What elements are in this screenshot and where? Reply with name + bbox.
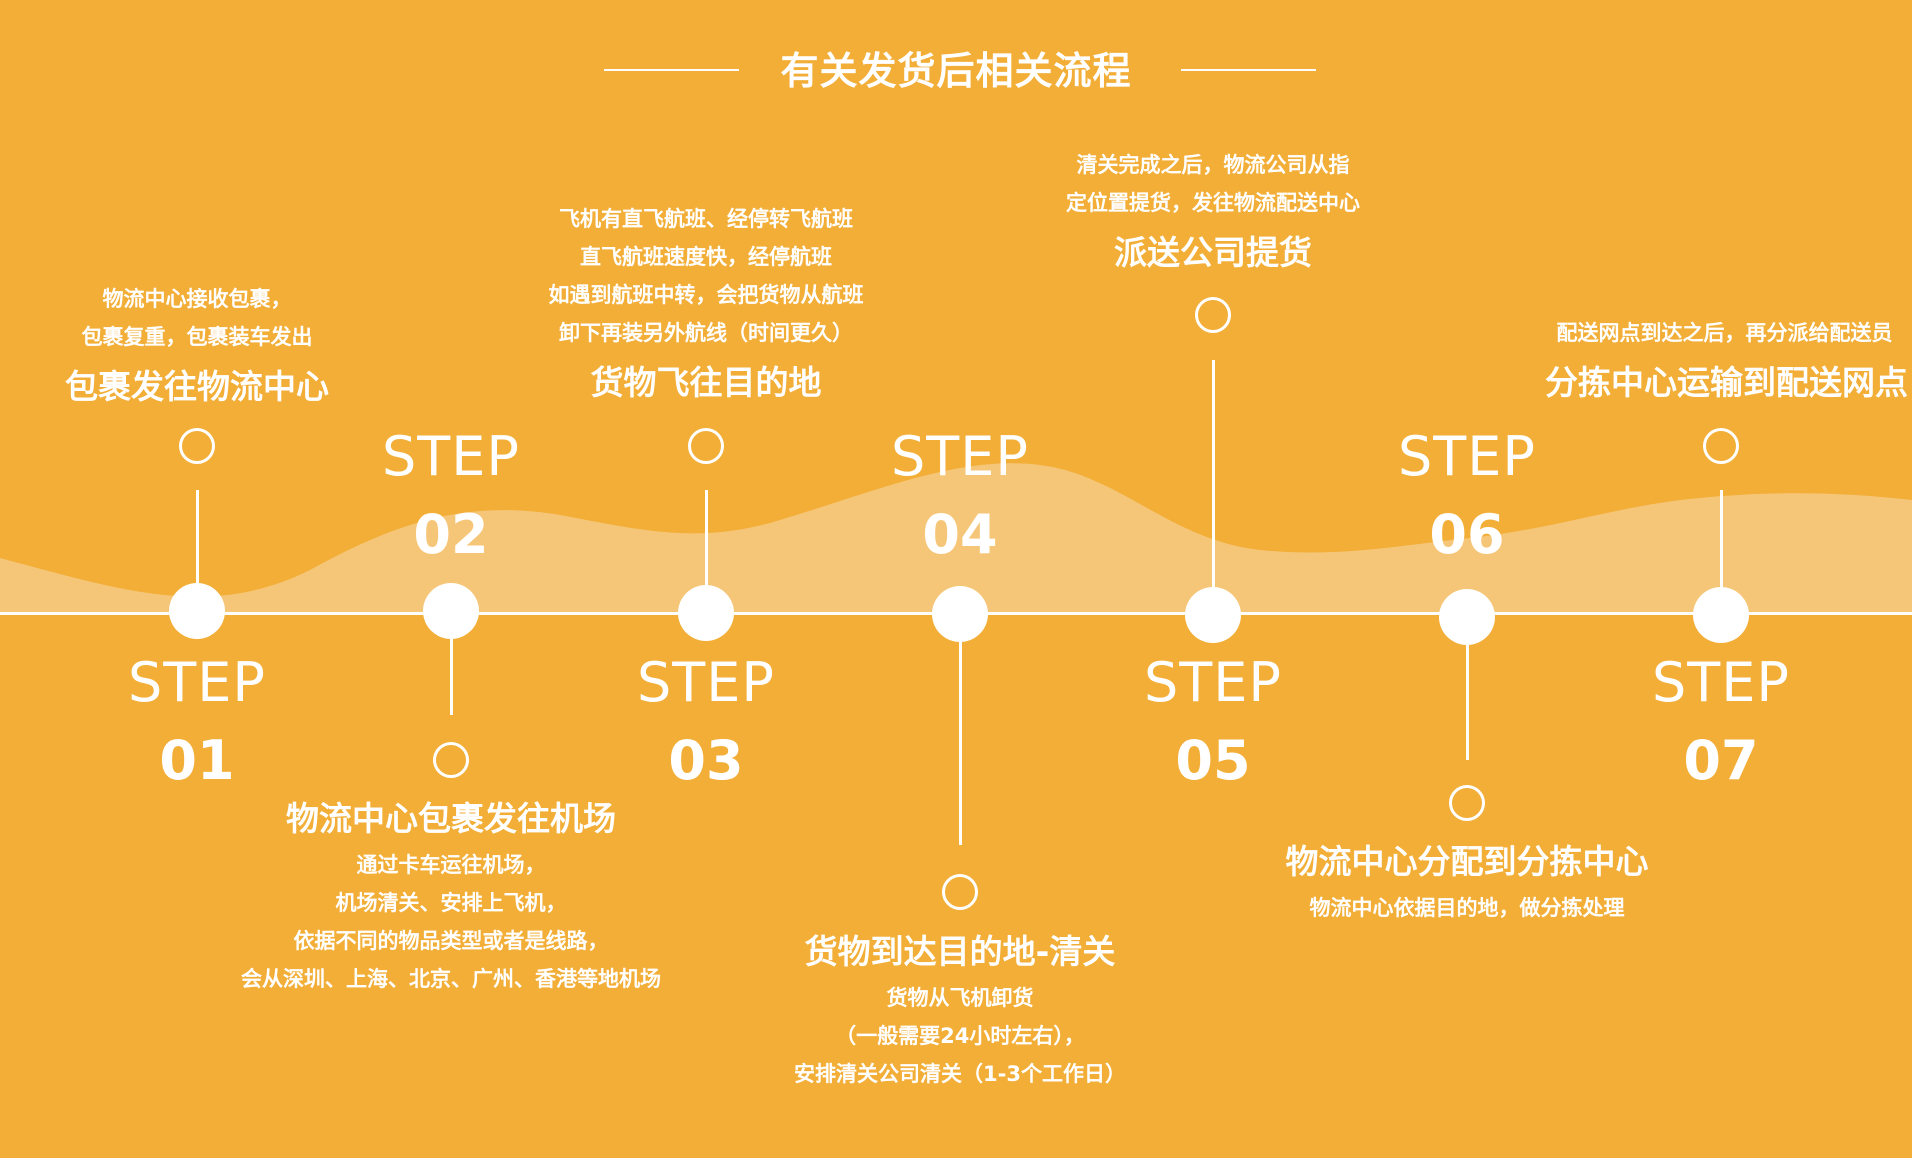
- step-number: 03: [668, 729, 744, 792]
- step-02-text: 物流中心包裹发往机场 通过卡车运往机场， 机场清关、安排上飞机， 依据不同的物品…: [241, 792, 661, 998]
- timeline-node-04: [932, 586, 988, 642]
- connector-06: [1465, 640, 1469, 760]
- step-label-06: STEP 06: [1347, 430, 1587, 562]
- connector-05: [1211, 360, 1215, 595]
- step-number: 04: [922, 503, 998, 566]
- connector-02: [449, 630, 453, 715]
- step-label-04: STEP 04: [840, 430, 1080, 562]
- step-05-text: 清关完成之后，物流公司从指 定位置提货，发往物流配送中心 派送公司提货: [1066, 146, 1360, 274]
- step-04-desc-line: 安排清关公司清关（1-3个工作日）: [794, 1062, 1126, 1086]
- step-number: 06: [1429, 503, 1505, 566]
- step-06-text: 物流中心分配到分拣中心 物流中心依据目的地，做分拣处理: [1286, 835, 1649, 927]
- step-label-07: STEP 07: [1601, 656, 1841, 788]
- timeline-node-06: [1439, 589, 1495, 645]
- connector-03: [704, 490, 708, 585]
- process-diagram: 有关发货后相关流程 STEP 01 物流中心接收包裹， 包裹复重，包裹装车发出 …: [0, 0, 1912, 1158]
- timeline-node-03: [678, 585, 734, 641]
- step-label-05: STEP 05: [1093, 656, 1333, 788]
- step-word: STEP: [637, 651, 775, 714]
- step-number: 02: [413, 503, 489, 566]
- timeline-node-07: [1693, 587, 1749, 643]
- step-03-desc-line: 如遇到航班中转，会把货物从航班: [548, 283, 864, 307]
- marker-ring-01: [179, 428, 215, 464]
- step-number: 01: [159, 729, 235, 792]
- step-05-heading: 派送公司提货: [1114, 233, 1312, 272]
- step-number: 07: [1683, 729, 1759, 792]
- connector-01: [195, 490, 199, 585]
- step-07-heading: 分拣中心运输到配送网点: [1545, 363, 1908, 402]
- step-04-text: 货物到达目的地-清关 货物从飞机卸货 （一般需要24小时左右）， 安排清关公司清…: [794, 925, 1126, 1093]
- step-05-desc-line: 定位置提货，发往物流配送中心: [1066, 191, 1360, 215]
- step-02-desc-line: 会从深圳、上海、北京、广州、香港等地机场: [241, 967, 661, 991]
- step-07-desc-line: 配送网点到达之后，再分派给配送员: [1556, 321, 1893, 345]
- step-06-heading: 物流中心分配到分拣中心: [1285, 842, 1649, 881]
- step-word: STEP: [128, 651, 266, 714]
- step-word: STEP: [891, 425, 1029, 488]
- timeline-node-01: [169, 583, 225, 639]
- step-03-text: 飞机有直飞航班、经停转飞航班 直飞航班速度快，经停航班 如遇到航班中转，会把货物…: [549, 200, 864, 404]
- step-01-desc-line: 物流中心接收包裹，: [102, 287, 292, 311]
- marker-ring-04: [942, 874, 978, 910]
- step-04-desc-line: （一般需要24小时左右），: [835, 1024, 1085, 1048]
- step-05-desc-line: 清关完成之后，物流公司从指: [1076, 153, 1350, 177]
- step-04-desc-line: 货物从飞机卸货: [886, 986, 1034, 1010]
- step-01-heading: 包裹发往物流中心: [65, 367, 329, 406]
- step-07-text: 配送网点到达之后，再分派给配送员 分拣中心运输到配送网点: [1545, 314, 1908, 404]
- step-02-desc-line: 通过卡车运往机场，: [356, 853, 546, 877]
- step-02-desc-line: 机场清关、安排上飞机，: [335, 891, 567, 915]
- step-03-desc-line: 直飞航班速度快，经停航班: [580, 245, 832, 269]
- marker-ring-05: [1195, 297, 1231, 333]
- step-02-heading: 物流中心包裹发往机场: [286, 799, 616, 838]
- step-word: STEP: [1398, 425, 1536, 488]
- connector-04: [958, 635, 962, 845]
- step-01-text: 物流中心接收包裹， 包裹复重，包裹装车发出 包裹发往物流中心: [65, 280, 329, 408]
- step-word: STEP: [382, 425, 520, 488]
- marker-ring-03: [688, 428, 724, 464]
- marker-ring-06: [1449, 785, 1485, 821]
- step-03-heading: 货物飞往目的地: [590, 363, 822, 402]
- step-04-heading: 货物到达目的地-清关: [804, 932, 1116, 971]
- step-label-03: STEP 03: [586, 656, 826, 788]
- page-title: 有关发货后相关流程: [780, 49, 1132, 93]
- step-number: 05: [1175, 729, 1251, 792]
- step-word: STEP: [1144, 651, 1282, 714]
- step-label-02: STEP 02: [331, 430, 571, 562]
- marker-ring-07: [1703, 428, 1739, 464]
- connector-07: [1719, 490, 1723, 590]
- timeline-node-05: [1185, 587, 1241, 643]
- marker-ring-02: [433, 742, 469, 778]
- step-01-desc-line: 包裹复重，包裹装车发出: [81, 325, 313, 349]
- step-word: STEP: [1652, 651, 1790, 714]
- step-02-desc-line: 依据不同的物品类型或者是线路，: [293, 929, 609, 953]
- step-06-desc-line: 物流中心依据目的地，做分拣处理: [1309, 896, 1625, 920]
- step-03-desc-line: 卸下再装另外航线（时间更久）: [559, 321, 853, 345]
- step-label-01: STEP 01: [77, 656, 317, 788]
- step-03-desc-line: 飞机有直飞航班、经停转飞航班: [559, 207, 853, 231]
